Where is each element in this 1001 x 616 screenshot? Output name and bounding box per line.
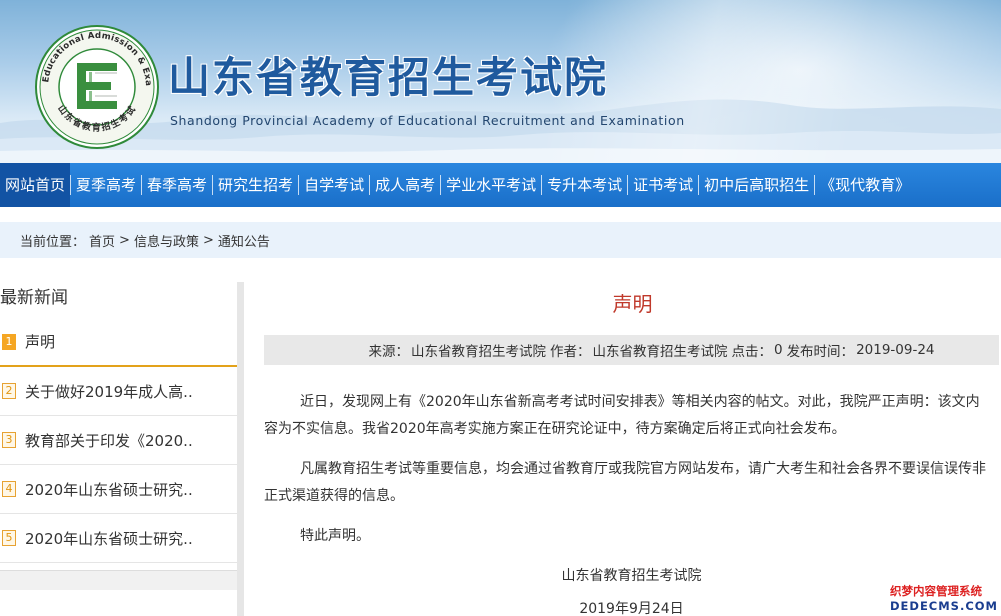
- news-list-item[interactable]: 4 2020年山东省硕士研究..: [0, 465, 237, 514]
- paragraph-text: 凡属教育招生考试等重要信息，均会通过省教育厅或我院官方网站发布，请广大考生和社会…: [264, 461, 986, 504]
- meta-clicks: 0: [773, 342, 783, 358]
- meta-author-label: 作者：: [549, 344, 591, 360]
- breadcrumb-separator: >: [202, 232, 214, 248]
- meta-source-label: 来源：: [368, 344, 409, 360]
- news-link[interactable]: 关于做好2019年成人高..: [25, 381, 193, 402]
- news-number-badge: 1: [2, 333, 16, 350]
- nav-item-modern-education[interactable]: 《现代教育》: [815, 163, 915, 207]
- nav-item-self-study[interactable]: 自学考试: [299, 163, 369, 207]
- site-title: 山东省教育招生考试院: [168, 53, 609, 102]
- nav-item-vocational-admission[interactable]: 初中后高职招生: [699, 163, 814, 207]
- article: 声明 来源： 山东省教育招生考试院 作者： 山东省教育招生考试院 点击： 0 发布时间…: [264, 278, 1001, 616]
- paragraph-text: 特此声明。: [300, 528, 370, 544]
- meta-clicks-label: 点击：: [731, 344, 772, 360]
- meta-author: 山东省教育招生考试院: [592, 344, 728, 360]
- cms-watermark: 织梦内容管理系统 DEDECMS.COM: [886, 582, 1001, 616]
- article-paragraph: 近日，发现网上有《2020年山东省新高考考试时间安排表》等相关内容的帖文。对此，…: [264, 389, 989, 443]
- breadcrumb-notice-link[interactable]: 通知公告: [218, 231, 270, 250]
- sidebar-title: 最新新闻: [0, 288, 68, 308]
- article-paragraph: 特此声明。: [264, 523, 989, 550]
- nav-item-proficiency-test[interactable]: 学业水平考试: [441, 163, 541, 207]
- sidebar-panel: 最新新闻 1 声明 2 关于做好2019年成人高.. 3 教育部关于印发《202…: [0, 278, 237, 616]
- nav-item-summer-exam[interactable]: 夏季高考: [71, 163, 141, 207]
- news-list: 1 声明 2 关于做好2019年成人高.. 3 教育部关于印发《2020.. 4…: [0, 318, 237, 563]
- meta-source: 山东省教育招生考试院: [410, 344, 546, 360]
- nav-item-graduate-exam[interactable]: 研究生招考: [213, 163, 298, 207]
- news-number-badge: 2: [2, 383, 16, 399]
- sidebar-shadow: [237, 282, 244, 616]
- article-title: 声明: [612, 292, 653, 316]
- meta-date-label: 发布时间：: [786, 344, 855, 360]
- news-list-item[interactable]: 2 关于做好2019年成人高..: [0, 367, 237, 416]
- breadcrumb: 当前位置： 首页 > 信息与政策 > 通知公告: [0, 222, 1001, 258]
- site-subtitle: Shandong Provincial Academy of Education…: [170, 113, 685, 128]
- nav-item-spring-exam[interactable]: 春季高考: [142, 163, 212, 207]
- news-link[interactable]: 声明: [25, 331, 55, 352]
- main-nav: 网站首页 夏季高考 春季高考 研究生招考 自学考试 成人高考 学业水平考试 专升…: [0, 163, 1001, 207]
- paragraph-text: 近日，发现网上有《2020年山东省新高考考试时间安排表》等相关内容的帖文。对此，…: [264, 394, 980, 437]
- news-list-item[interactable]: 5 2020年山东省硕士研究..: [0, 514, 237, 563]
- article-meta-bar: 来源： 山东省教育招生考试院 作者： 山东省教育招生考试院 点击： 0 发布时间： 20…: [264, 335, 999, 365]
- breadcrumb-separator: >: [119, 232, 130, 248]
- news-number-badge: 5: [2, 530, 16, 546]
- breadcrumb-policy-link[interactable]: 信息与政策: [134, 231, 199, 250]
- news-list-item[interactable]: 1 声明: [0, 318, 237, 367]
- news-link[interactable]: 2020年山东省硕士研究..: [25, 479, 193, 500]
- nav-item-certificate-exam[interactable]: 证书考试: [628, 163, 698, 207]
- nav-item-adult-exam[interactable]: 成人高考: [370, 163, 440, 207]
- site-header: Shandong Educational Admission & Examina…: [0, 0, 1001, 163]
- watermark-line-cn: 织梦内容管理系统: [890, 584, 982, 598]
- watermark-line-en: DEDECMS.COM: [890, 599, 998, 613]
- news-number-badge: 4: [2, 481, 16, 497]
- news-number-badge: 3: [2, 432, 16, 448]
- academy-logo[interactable]: Shandong Educational Admission & Examina…: [35, 25, 159, 149]
- meta-date: 2019-09-24: [856, 342, 935, 358]
- breadcrumb-home-link[interactable]: 首页: [89, 231, 115, 250]
- breadcrumb-prefix: 当前位置：: [20, 234, 86, 250]
- nav-item-home[interactable]: 网站首页: [0, 163, 71, 207]
- nav-item-upgrade-exam[interactable]: 专升本考试: [542, 163, 627, 207]
- latest-news-sidebar: 最新新闻 1 声明 2 关于做好2019年成人高.. 3 教育部关于印发《202…: [0, 278, 244, 616]
- sidebar-footer: [0, 570, 237, 590]
- e-letter-icon: [77, 63, 117, 109]
- news-link[interactable]: 2020年山东省硕士研究..: [25, 528, 193, 549]
- news-link[interactable]: 教育部关于印发《2020..: [25, 430, 193, 451]
- article-paragraph: 凡属教育招生考试等重要信息，均会通过省教育厅或我院官方网站发布，请广大考生和社会…: [264, 456, 989, 510]
- news-list-item[interactable]: 3 教育部关于印发《2020..: [0, 416, 237, 465]
